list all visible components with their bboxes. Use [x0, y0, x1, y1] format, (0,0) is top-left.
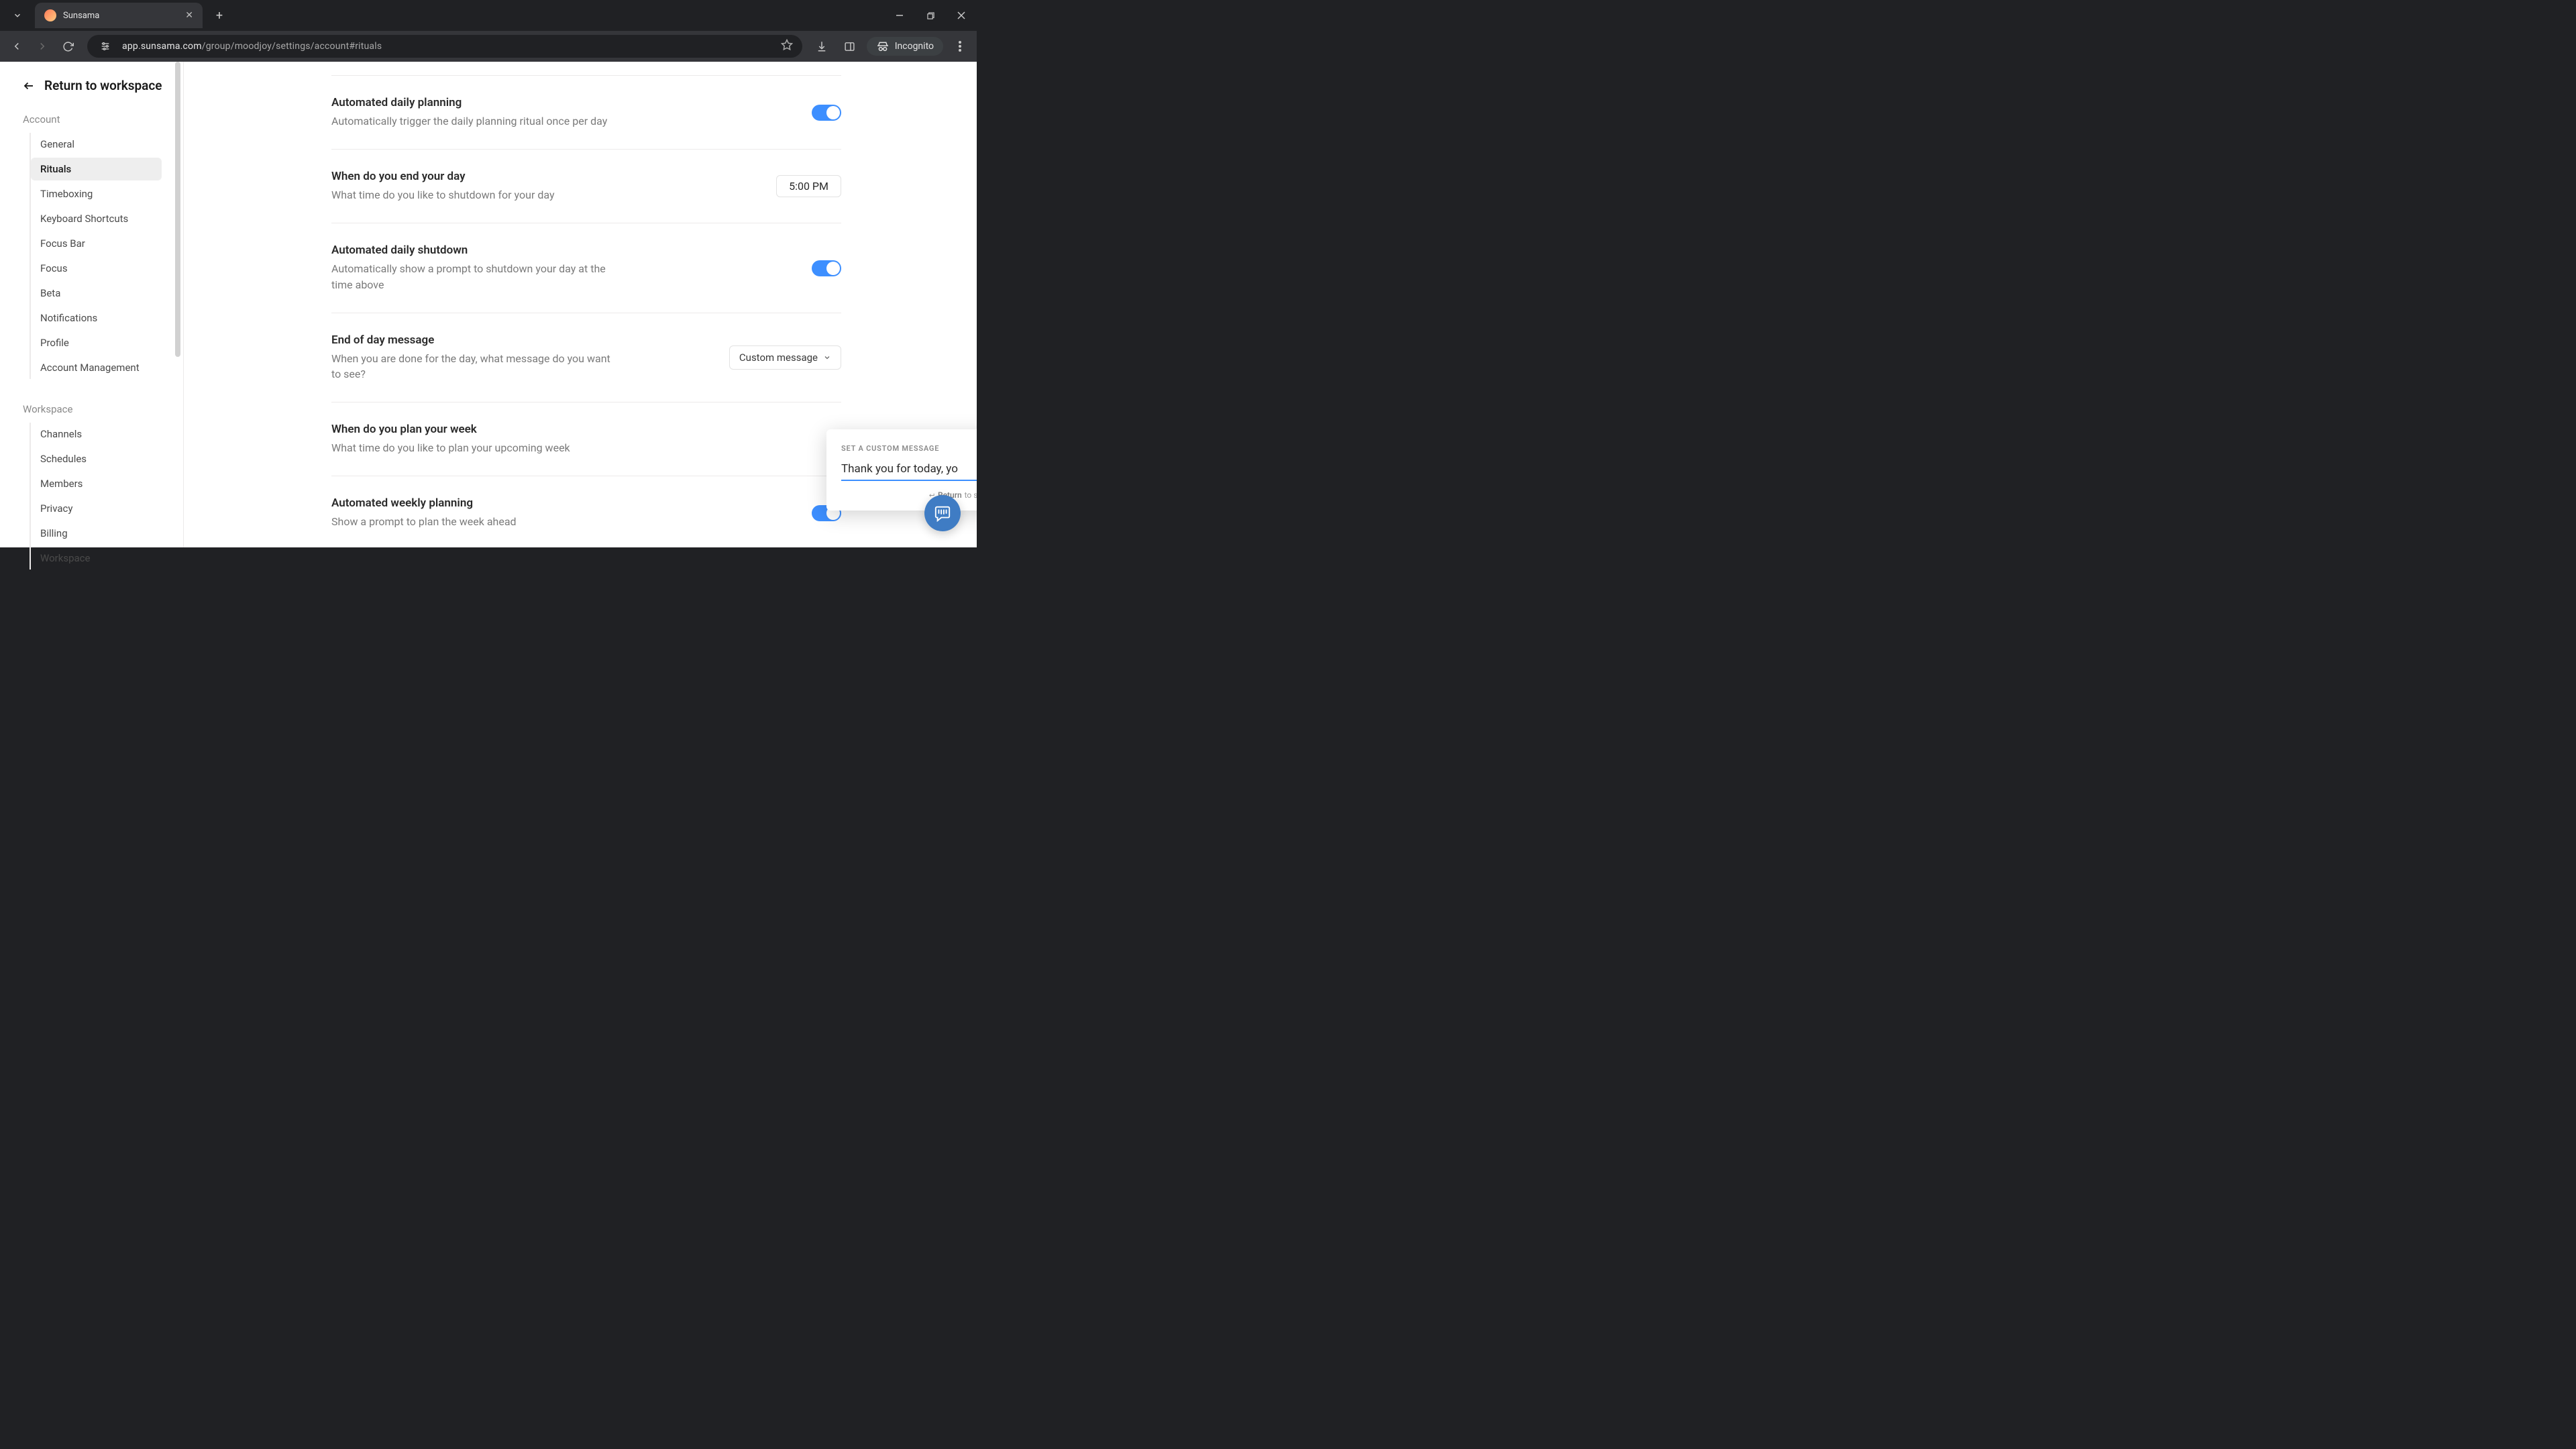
reload-icon[interactable]: [56, 35, 79, 58]
new-tab-button[interactable]: +: [209, 5, 229, 25]
chat-icon: [934, 504, 951, 522]
setting-row-plan-week-time: When do you plan your week What time do …: [331, 402, 841, 476]
chevron-down-icon: [823, 354, 831, 362]
sidebar-item-account-management[interactable]: Account Management: [31, 356, 162, 379]
sunsama-favicon: [44, 9, 56, 21]
sidebar-item-workspace[interactable]: Workspace: [31, 547, 162, 570]
incognito-badge[interactable]: Incognito: [867, 37, 943, 56]
sidebar-item-privacy[interactable]: Privacy: [31, 497, 162, 520]
url-text: app.sunsama.com/group/moodjoy/settings/a…: [122, 41, 773, 52]
sidebar-scrollbar[interactable]: [175, 62, 180, 547]
arrow-left-icon: [23, 80, 35, 92]
sidebar-item-schedules[interactable]: Schedules: [31, 447, 162, 470]
setting-row-end-day-time: When do you end your day What time do yo…: [331, 150, 841, 223]
sidebar-item-general[interactable]: General: [31, 133, 162, 156]
setting-row-automated-daily-shutdown: Automated daily shutdown Automatically s…: [331, 223, 841, 313]
setting-title: Automated weekly planning: [331, 496, 796, 510]
setting-subtitle: Automatically show a prompt to shutdown …: [331, 261, 620, 292]
sidebar-item-focus-bar[interactable]: Focus Bar: [31, 232, 162, 255]
sidebar-item-profile[interactable]: Profile: [31, 331, 162, 354]
setting-subtitle: What time do you like to shutdown for yo…: [331, 187, 620, 203]
side-panel-icon[interactable]: [839, 35, 861, 58]
close-tab-icon[interactable]: ✕: [185, 10, 193, 21]
popover-hint: Return to save: [841, 490, 977, 500]
toggle-automated-daily-shutdown[interactable]: [812, 260, 841, 276]
setting-subtitle: Show a prompt to plan the week ahead: [331, 514, 620, 529]
tab-title: Sunsama: [63, 11, 178, 21]
incognito-icon: [876, 41, 890, 52]
setting-row-automated-daily-planning: Automated daily planning Automatically t…: [331, 75, 841, 150]
setting-row-end-of-day-message: End of day message When you are done for…: [331, 313, 841, 402]
end-day-time-picker[interactable]: 5:00 PM: [776, 175, 841, 197]
custom-message-popover: SET A CUSTOM MESSAGE Return to save: [826, 429, 977, 511]
intercom-chat-button[interactable]: [924, 495, 961, 531]
setting-subtitle: Automatically trigger the daily planning…: [331, 113, 620, 129]
nav-list-account: General Rituals Timeboxing Keyboard Shor…: [30, 133, 183, 379]
app-root: Return to workspace Account General Ritu…: [0, 62, 977, 547]
sidebar-item-beta[interactable]: Beta: [31, 282, 162, 305]
bookmark-icon[interactable]: [781, 39, 793, 54]
sidebar-item-focus[interactable]: Focus: [31, 257, 162, 280]
return-to-workspace[interactable]: Return to workspace: [0, 78, 183, 107]
setting-title: Automated daily planning: [331, 96, 796, 109]
sidebar-item-channels[interactable]: Channels: [31, 423, 162, 445]
sidebar-item-notifications[interactable]: Notifications: [31, 307, 162, 329]
custom-message-input[interactable]: [841, 462, 977, 481]
tab-search-dropdown[interactable]: [4, 3, 31, 28]
setting-row-automated-weekly-planning: Automated weekly planning Show a prompt …: [331, 476, 841, 547]
browser-toolbar: app.sunsama.com/group/moodjoy/settings/a…: [0, 31, 977, 62]
popover-heading: SET A CUSTOM MESSAGE: [841, 444, 977, 453]
section-label-workspace: Workspace: [0, 396, 183, 421]
back-icon[interactable]: [5, 35, 28, 58]
end-of-day-message-select[interactable]: Custom message: [729, 345, 841, 370]
content-scrollbar[interactable]: [969, 62, 975, 547]
minimize-icon[interactable]: [884, 0, 915, 31]
sidebar-item-timeboxing[interactable]: Timeboxing: [31, 182, 162, 205]
sidebar-item-rituals[interactable]: Rituals: [31, 158, 162, 180]
close-window-icon[interactable]: [946, 0, 977, 31]
return-label: Return to workspace: [44, 78, 162, 93]
sidebar-item-members[interactable]: Members: [31, 472, 162, 495]
toggle-automated-daily-planning[interactable]: [812, 105, 841, 121]
settings-content: Automated daily planning Automatically t…: [184, 62, 977, 547]
setting-title: When do you plan your week: [331, 423, 841, 436]
setting-title: End of day message: [331, 333, 713, 347]
setting-subtitle: What time do you like to plan your upcom…: [331, 440, 620, 455]
sidebar-item-keyboard-shortcuts[interactable]: Keyboard Shortcuts: [31, 207, 162, 230]
maximize-icon[interactable]: [915, 0, 946, 31]
select-value: Custom message: [739, 352, 818, 364]
settings-sidebar: Return to workspace Account General Ritu…: [0, 62, 184, 547]
window-controls: [884, 0, 977, 31]
setting-subtitle: When you are done for the day, what mess…: [331, 351, 620, 382]
sidebar-item-billing[interactable]: Billing: [31, 522, 162, 545]
chrome-menu-icon[interactable]: [949, 35, 971, 58]
section-label-account: Account: [0, 107, 183, 131]
downloads-icon[interactable]: [810, 35, 833, 58]
incognito-label: Incognito: [895, 41, 934, 52]
setting-title: When do you end your day: [331, 170, 760, 183]
forward-icon[interactable]: [31, 35, 54, 58]
address-bar[interactable]: app.sunsama.com/group/moodjoy/settings/a…: [87, 35, 802, 58]
browser-tab[interactable]: Sunsama ✕: [35, 3, 203, 28]
site-settings-icon[interactable]: [97, 38, 114, 55]
browser-titlebar: Sunsama ✕ +: [0, 0, 977, 31]
setting-title: Automated daily shutdown: [331, 244, 796, 257]
nav-list-workspace: Channels Schedules Members Privacy Billi…: [30, 423, 183, 570]
